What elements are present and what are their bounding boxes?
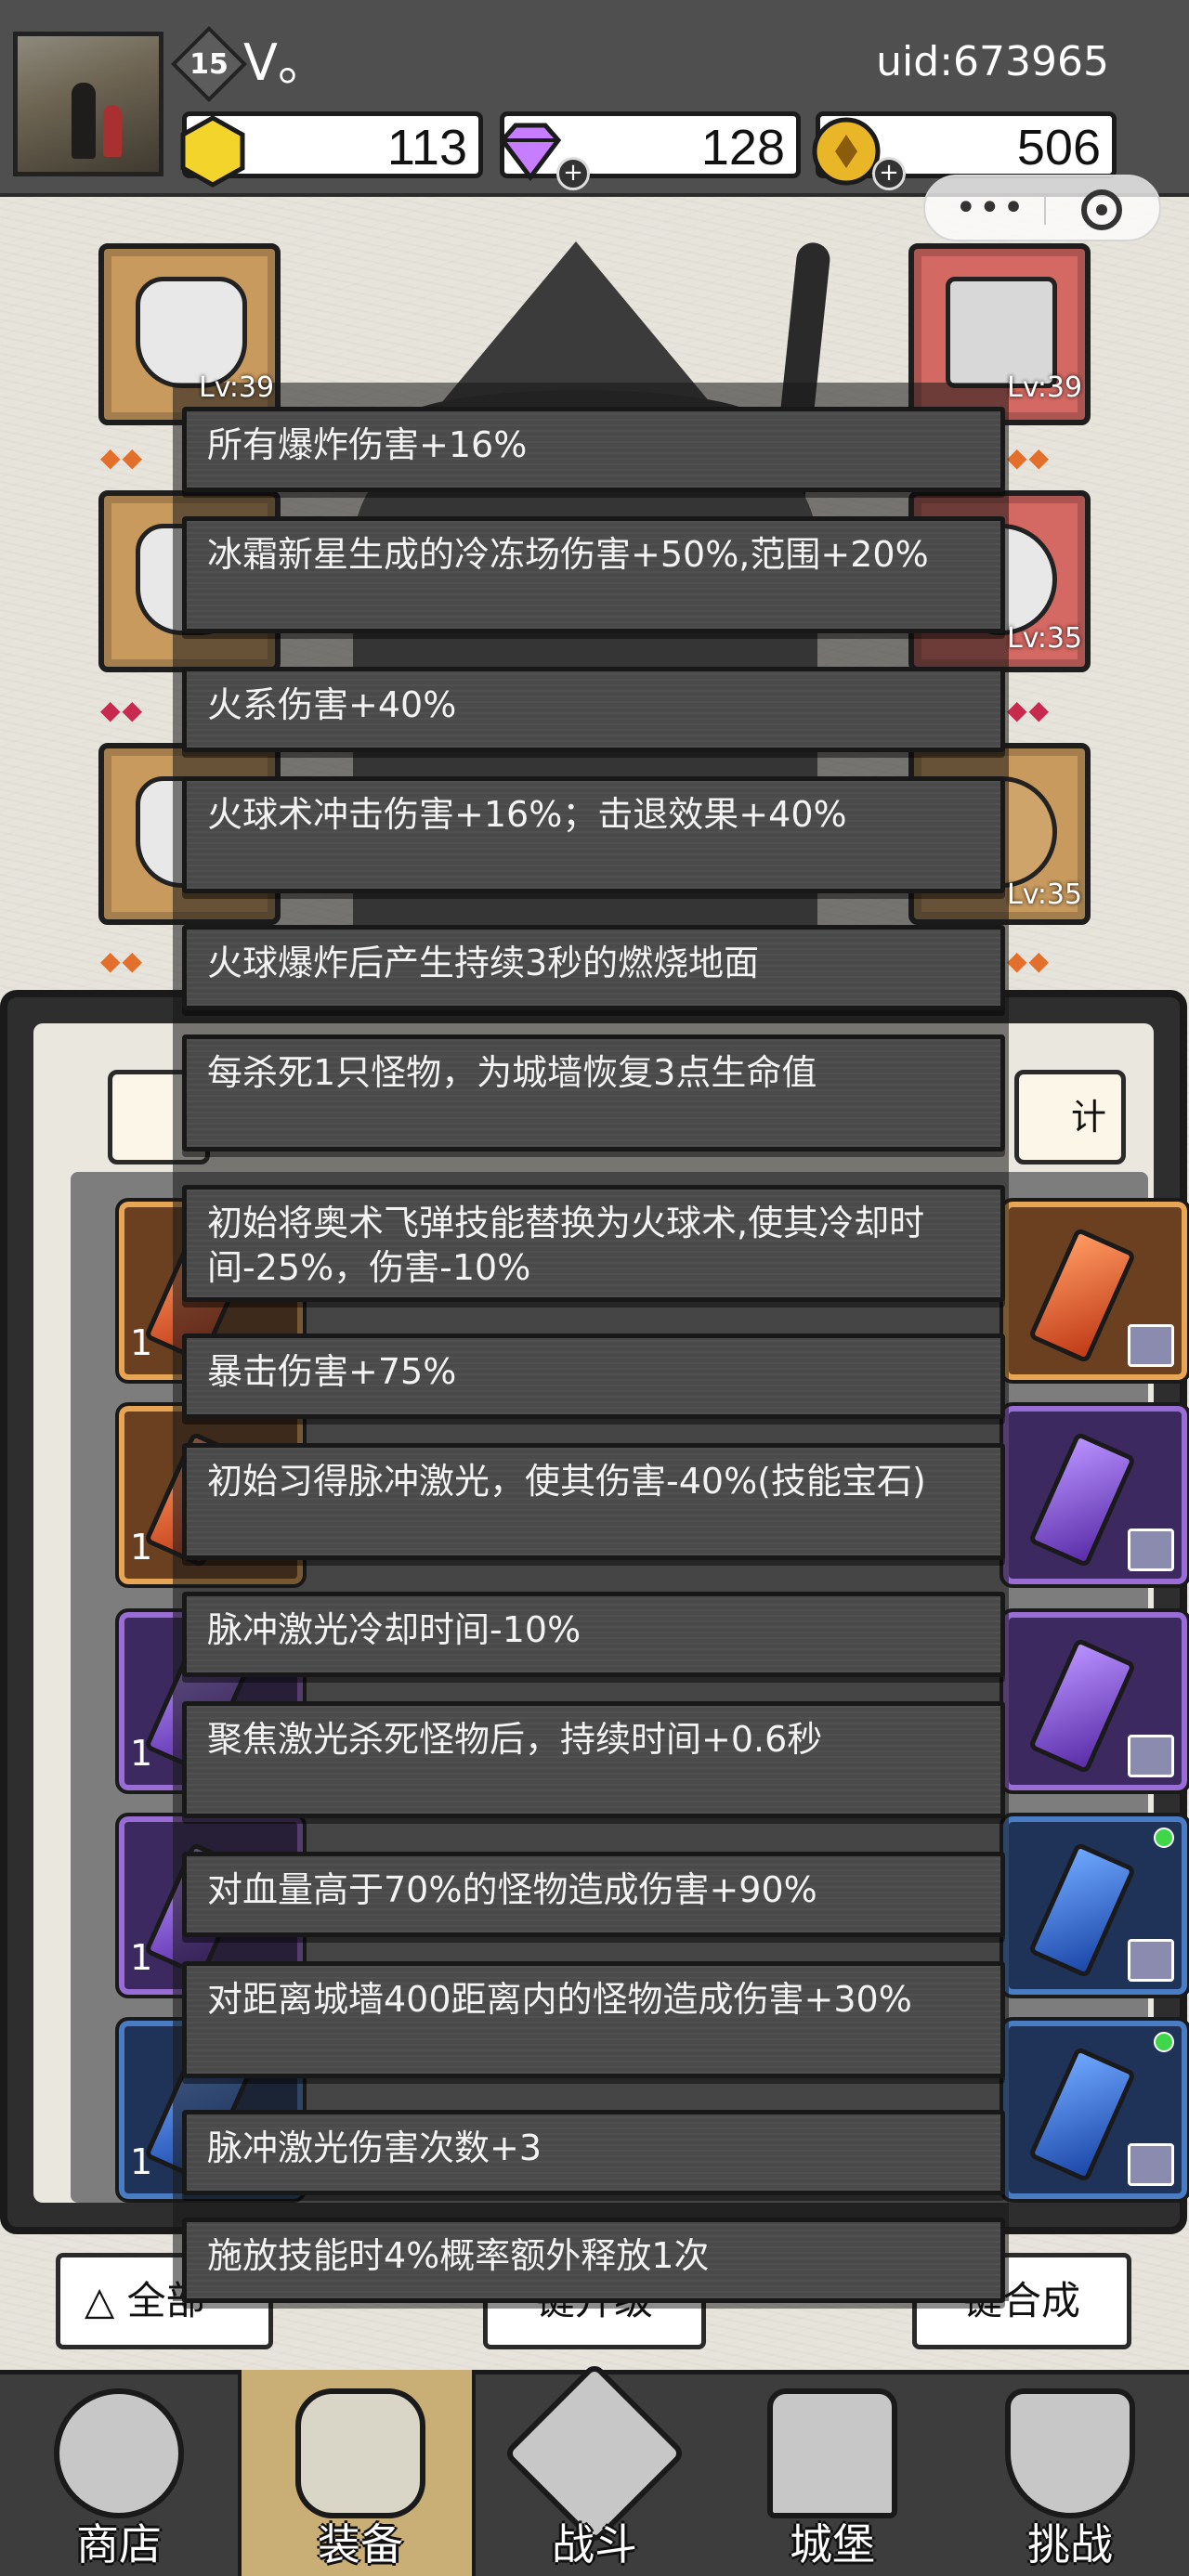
nav-battle-label: 战斗 (552, 2519, 637, 2569)
inventory-cell[interactable] (1000, 1608, 1189, 1794)
nav-battle[interactable]: 战斗 (476, 2361, 713, 2576)
ring-tag-icon (1128, 1324, 1174, 1367)
skill-row: 对距离城墙400距离内的怪物造成伤害+30% (182, 1961, 1005, 2078)
gold-hexagon-icon (180, 115, 245, 188)
inventory-cell[interactable] (1000, 2017, 1189, 2203)
close-miniprogram-icon[interactable] (1081, 189, 1122, 230)
capsule-divider (1044, 195, 1046, 225)
backpack-icon (295, 2388, 425, 2518)
slot-level-label: Lv:35 (1007, 622, 1083, 655)
gold-value: 113 (386, 120, 467, 176)
armor-tag-icon (1128, 1939, 1174, 1982)
skill-row: 脉冲激光伤害次数+3 (182, 2110, 1005, 2195)
nav-castle-label: 城堡 (790, 2519, 875, 2569)
slot-star-rating: ◆◆ (100, 695, 145, 725)
nav-shop[interactable]: 商店 (0, 2370, 238, 2576)
skill-row: 聚焦激光杀死怪物后，持续时间+0.6秒 (182, 1701, 1005, 1818)
slot-star-rating: ◆◆ (1007, 442, 1052, 473)
purple-gem-icon (1027, 1637, 1137, 1775)
castle-icon (767, 2388, 897, 2518)
skill-row: 所有爆炸伤害+16% (182, 407, 1005, 492)
diamond-counter: + 128 (499, 111, 801, 190)
skill-row: 每杀死1只怪物，为城墙恢复3点生命值 (182, 1034, 1005, 1151)
inventory-cell[interactable] (1000, 1198, 1189, 1384)
skill-row: 火系伤害+40% (182, 667, 1005, 752)
nav-equipment[interactable]: 装备 (238, 2370, 476, 2576)
nav-shop-label: 商店 (76, 2519, 162, 2569)
miniprogram-capsule: ••• (923, 175, 1161, 241)
player-uid: uid:673965 (876, 38, 1109, 85)
new-dot-icon (1154, 1828, 1174, 1848)
slot-star-rating: ◆◆ (1007, 695, 1052, 725)
nav-challenge[interactable]: 挑战 (951, 2370, 1189, 2576)
up-arrow-icon: △ (85, 2278, 127, 2323)
weapon-tag-icon (1128, 2143, 1174, 2186)
shield-icon (1005, 2388, 1135, 2518)
slot-star-rating: ◆◆ (1007, 945, 1052, 976)
skill-row: 初始习得脉冲激光，使其伤害-40%(技能宝石) (182, 1443, 1005, 1560)
new-dot-icon (1154, 2032, 1174, 2052)
purple-gem-icon (1027, 1431, 1137, 1568)
skill-row: 施放技能时4%概率额外释放1次 (182, 2218, 1005, 2303)
fire-gem-icon (1027, 1227, 1137, 1364)
coin-value: 506 (1016, 120, 1101, 176)
nav-challenge-label: 挑战 (1027, 2519, 1113, 2569)
nav-castle[interactable]: 城堡 (713, 2370, 951, 2576)
tab-stats-label: 计 (1070, 1097, 1106, 1138)
slot-level-label: Lv:39 (1007, 371, 1083, 404)
skill-row: 火球爆炸后产生持续3秒的燃烧地面 (182, 925, 1005, 1010)
tab-stats[interactable]: 计 (1014, 1070, 1126, 1164)
armor-tag-icon (1128, 1529, 1174, 1571)
skill-row: 对血量高于70%的怪物造成伤害+90% (182, 1852, 1005, 1937)
shop-icon (54, 2388, 184, 2518)
slot-level-label: Lv:35 (1007, 878, 1083, 911)
more-icon[interactable]: ••• (955, 189, 1026, 227)
weapon-tag-icon (1128, 1735, 1174, 1777)
blue-gem-icon (1027, 1841, 1137, 1979)
player-level: 15 (189, 48, 229, 81)
top-bar: 15 V。 uid:673965 113 + 128 + 506 (0, 0, 1189, 197)
diamond-value: 128 (700, 120, 785, 176)
slot-star-rating: ◆◆ (100, 945, 145, 976)
add-coin-button[interactable]: + (872, 157, 906, 190)
skill-row: 暴击伤害+75% (182, 1334, 1005, 1419)
player-name: V。 (243, 33, 328, 92)
coin-counter: + 506 (812, 111, 1117, 190)
skill-row: 初始将奥术飞弹技能替换为火球术,使其冷却时间-25%，伤害-10% (182, 1185, 1005, 1302)
skill-list-popup[interactable]: 所有爆炸伤害+16% 冰霜新星生成的冷冻场伤害+50%,范围+20% 火系伤害+… (173, 383, 1009, 2303)
skill-row: 脉冲激光冷却时间-10% (182, 1592, 1005, 1677)
slot-level-label: Lv:39 (199, 371, 275, 404)
inventory-cell[interactable] (1000, 1813, 1189, 1998)
add-diamond-button[interactable]: + (556, 157, 590, 190)
player-avatar[interactable] (13, 32, 163, 176)
skill-row: 火球术冲击伤害+16%；击退效果+40% (182, 776, 1005, 893)
skill-row: 冰霜新星生成的冷冻场伤害+50%,范围+20% (182, 516, 1005, 633)
slot-star-rating: ◆◆ (100, 442, 145, 473)
nav-equipment-label: 装备 (318, 2519, 403, 2569)
inventory-cell[interactable] (1000, 1402, 1189, 1588)
gold-counter: 113 (180, 111, 483, 188)
blue-gem-icon (1027, 2046, 1137, 2183)
